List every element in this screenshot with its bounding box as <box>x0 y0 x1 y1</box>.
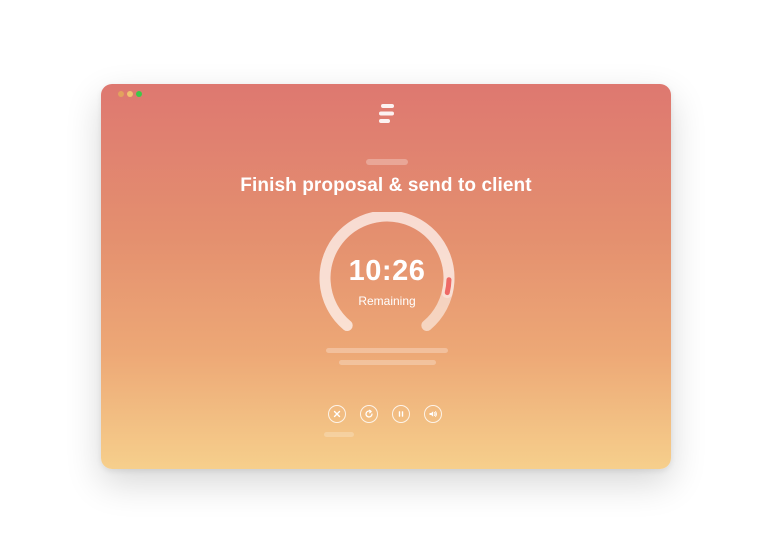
window-controls <box>118 91 142 97</box>
time-remaining: 10:26 <box>348 255 426 287</box>
close-window-button[interactable] <box>118 91 124 97</box>
close-icon <box>333 410 341 418</box>
pause-button[interactable] <box>392 405 410 423</box>
timer-controls <box>328 405 442 423</box>
sound-button[interactable] <box>424 405 442 423</box>
placeholder-bar-line-1 <box>326 348 448 353</box>
task-title: Finish proposal & send to client <box>240 175 532 196</box>
placeholder-bar-top <box>366 159 408 165</box>
reset-icon <box>365 409 373 418</box>
minimize-window-button[interactable] <box>127 91 133 97</box>
time-remaining-label: Remaining <box>358 294 416 308</box>
stop-button[interactable] <box>328 405 346 423</box>
volume-icon <box>429 411 437 417</box>
timer-window: Finish proposal & send to client 10:26 R… <box>101 84 671 469</box>
reset-button[interactable] <box>360 405 378 423</box>
zoom-window-button[interactable] <box>136 91 142 97</box>
placeholder-bar-bottom <box>324 432 354 437</box>
app-logo-icon <box>379 104 394 123</box>
pause-icon <box>398 411 404 417</box>
placeholder-bar-line-2 <box>339 360 436 365</box>
